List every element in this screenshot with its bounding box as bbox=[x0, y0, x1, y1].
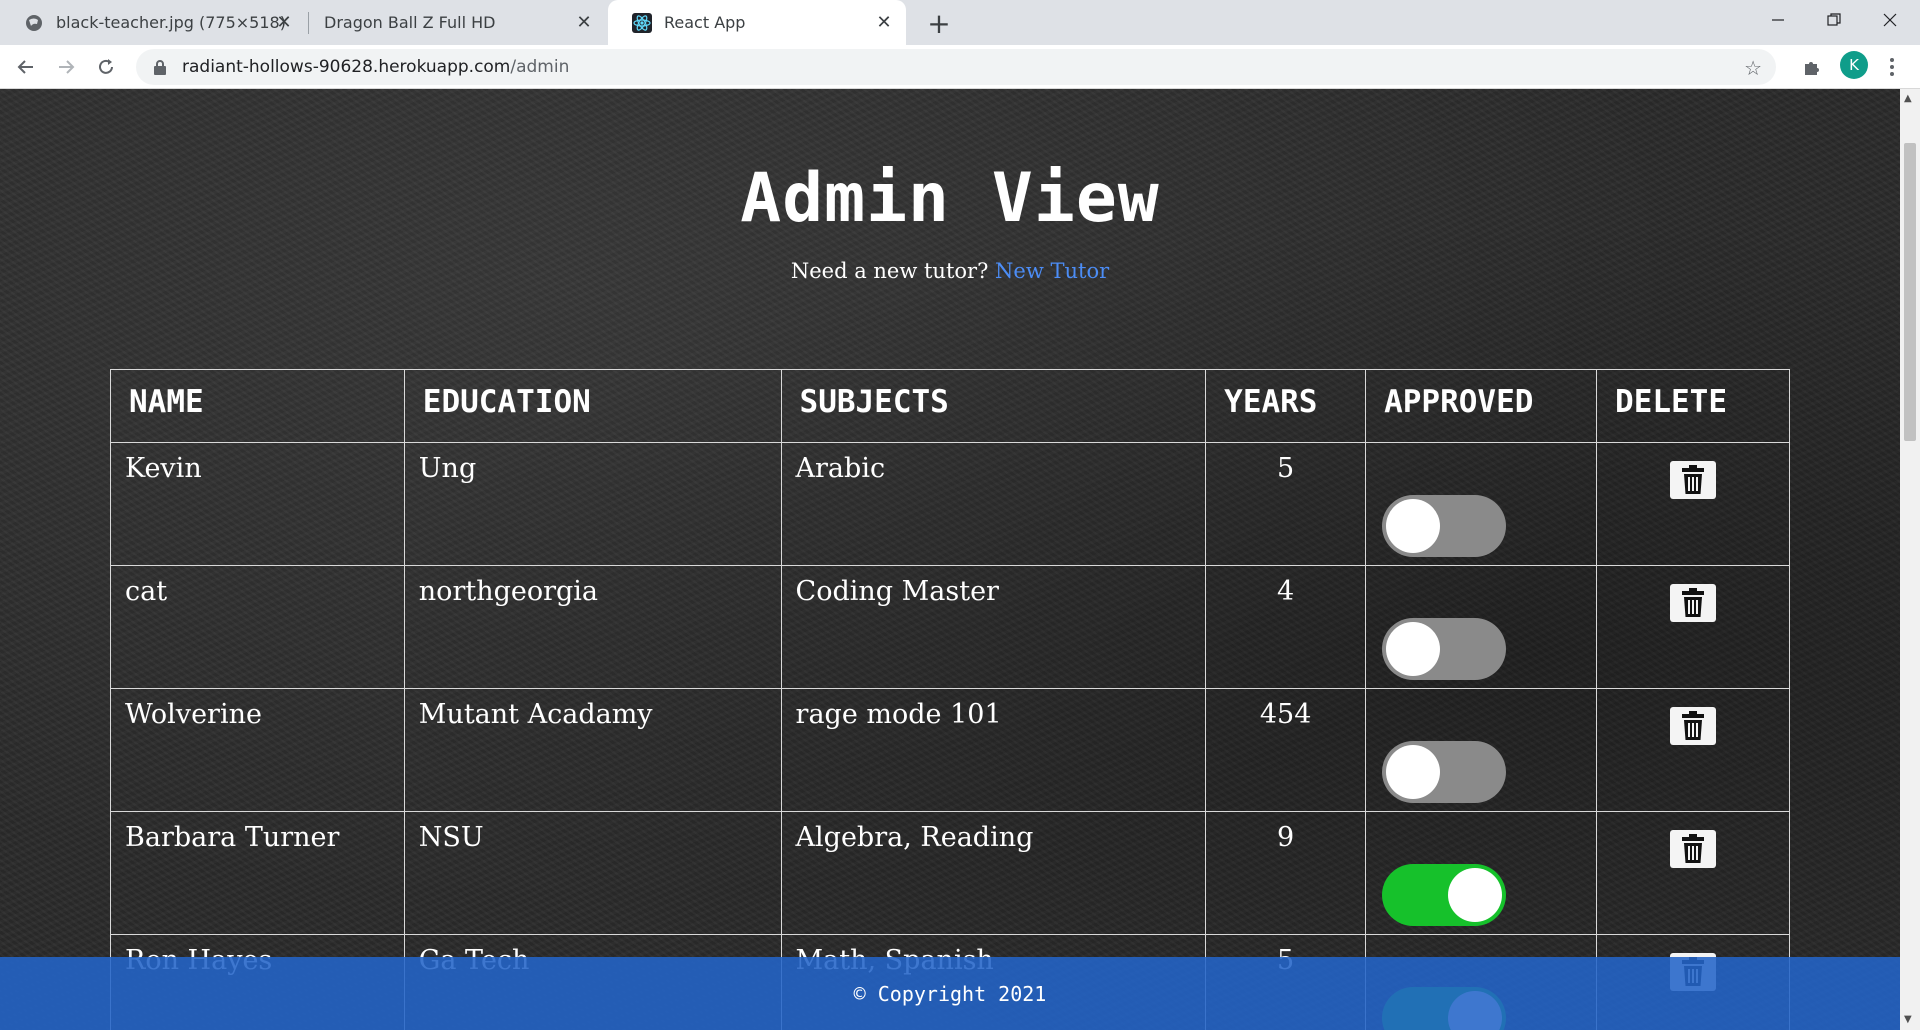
cell-years: 9 bbox=[1205, 811, 1367, 935]
column-header-education: EDUCATION bbox=[403, 369, 782, 443]
delete-button[interactable] bbox=[1670, 830, 1717, 868]
table-row: Barbara Turner NSU Algebra, Reading 9 bbox=[110, 811, 1790, 935]
toggle-knob bbox=[1386, 499, 1441, 553]
tab-dragon-ball[interactable]: Dragon Ball Z Full HD ✕ bbox=[310, 0, 606, 45]
cell-education: northgeorgia bbox=[403, 565, 782, 689]
browser-toolbar: radiant-hollows-90628.herokuapp.com/admi… bbox=[0, 45, 1920, 89]
profile-avatar[interactable]: K bbox=[1840, 51, 1868, 79]
approved-toggle[interactable] bbox=[1382, 618, 1507, 680]
tab-title: black-teacher.jpg (775×518) bbox=[56, 13, 286, 32]
globe-icon bbox=[24, 13, 44, 33]
approved-toggle[interactable] bbox=[1382, 741, 1507, 803]
scrollbar-thumb[interactable] bbox=[1904, 143, 1916, 441]
cell-delete bbox=[1596, 688, 1790, 812]
column-header-approved: APPROVED bbox=[1365, 369, 1598, 443]
react-icon bbox=[632, 12, 652, 33]
cell-education: NSU bbox=[403, 811, 782, 935]
lock-icon[interactable] bbox=[150, 57, 170, 77]
cell-subjects: Algebra, Reading bbox=[780, 811, 1207, 935]
table-row: Kevin Ung Arabic 5 bbox=[110, 442, 1790, 566]
back-arrow-icon[interactable] bbox=[10, 51, 42, 83]
cell-name: Barbara Turner bbox=[110, 811, 405, 935]
minimize-button[interactable] bbox=[1750, 0, 1806, 40]
restore-button[interactable] bbox=[1806, 0, 1862, 40]
close-icon[interactable]: ✕ bbox=[874, 12, 894, 33]
tutors-table: NAME EDUCATION SUBJECTS YEARS APPROVED D… bbox=[110, 369, 1790, 1030]
close-window-button[interactable] bbox=[1862, 0, 1918, 40]
approved-toggle[interactable] bbox=[1382, 495, 1507, 557]
table-row: Wolverine Mutant Acadamy rage mode 101 454 bbox=[110, 688, 1790, 812]
cell-delete bbox=[1596, 811, 1790, 935]
scroll-down-arrow-icon[interactable]: ▼ bbox=[1904, 1014, 1912, 1025]
cell-subjects: rage mode 101 bbox=[780, 688, 1207, 812]
delete-button[interactable] bbox=[1670, 707, 1717, 745]
tab-divider bbox=[308, 12, 309, 34]
url-host: radiant-hollows-90628.herokuapp.com bbox=[182, 57, 511, 77]
bookmark-star-icon[interactable]: ☆ bbox=[1744, 56, 1762, 80]
table-row: cat northgeorgia Coding Master 4 bbox=[110, 565, 1790, 689]
browser-tab-bar: black-teacher.jpg (775×518) ✕ Dragon Bal… bbox=[0, 0, 1920, 45]
delete-button[interactable] bbox=[1670, 461, 1717, 499]
cell-delete bbox=[1596, 442, 1790, 566]
subtitle-text: Need a new tutor? bbox=[790, 259, 989, 283]
cell-approved bbox=[1365, 811, 1598, 935]
cell-name: Wolverine bbox=[110, 688, 405, 812]
table-header-row: NAME EDUCATION SUBJECTS YEARS APPROVED D… bbox=[110, 369, 1790, 443]
cell-years: 5 bbox=[1205, 442, 1367, 566]
column-header-name: NAME bbox=[110, 369, 405, 443]
copyright-text: © Copyright 2021 bbox=[853, 981, 1047, 1006]
tab-title: React App bbox=[664, 13, 746, 32]
approved-toggle[interactable] bbox=[1382, 864, 1507, 926]
page-scrollbar[interactable]: ▲ ▼ bbox=[1900, 89, 1920, 1030]
cell-subjects: Coding Master bbox=[780, 565, 1207, 689]
column-header-subjects: SUBJECTS bbox=[780, 369, 1207, 443]
extensions-puzzle-icon[interactable] bbox=[1796, 51, 1828, 83]
cell-education: Ung bbox=[403, 442, 782, 566]
tab-react-app[interactable]: React App ✕ bbox=[608, 0, 906, 45]
toggle-knob bbox=[1448, 868, 1503, 922]
column-header-delete: DELETE bbox=[1596, 369, 1790, 443]
close-icon[interactable]: ✕ bbox=[574, 12, 594, 33]
url-path: /admin bbox=[510, 57, 570, 77]
page-title: Admin View bbox=[740, 159, 1160, 238]
cell-approved bbox=[1365, 442, 1598, 566]
page-viewport: Admin View Need a new tutor? New Tutor N… bbox=[0, 89, 1900, 1030]
toggle-knob bbox=[1386, 622, 1441, 676]
column-header-years: YEARS bbox=[1205, 369, 1367, 443]
toggle-knob bbox=[1386, 745, 1441, 799]
address-bar[interactable]: radiant-hollows-90628.herokuapp.com/admi… bbox=[136, 49, 1776, 85]
cell-years: 4 bbox=[1205, 565, 1367, 689]
url-text: radiant-hollows-90628.herokuapp.com/admi… bbox=[182, 57, 569, 77]
new-tutor-link[interactable]: New Tutor bbox=[995, 259, 1109, 283]
scroll-up-arrow-icon[interactable]: ▲ bbox=[1904, 93, 1912, 104]
cell-approved bbox=[1365, 688, 1598, 812]
new-tab-button[interactable]: + bbox=[922, 6, 956, 40]
reload-icon[interactable] bbox=[90, 51, 122, 83]
cell-years: 454 bbox=[1205, 688, 1367, 812]
tab-black-teacher[interactable]: black-teacher.jpg (775×518) ✕ bbox=[0, 0, 306, 45]
subtitle: Need a new tutor? New Tutor bbox=[0, 259, 1900, 283]
tab-title: Dragon Ball Z Full HD bbox=[324, 13, 496, 32]
delete-button[interactable] bbox=[1670, 584, 1717, 622]
cell-name: Kevin bbox=[110, 442, 405, 566]
cell-name: cat bbox=[110, 565, 405, 689]
forward-arrow-icon[interactable] bbox=[50, 51, 82, 83]
cell-delete bbox=[1596, 565, 1790, 689]
footer: © Copyright 2021 bbox=[0, 957, 1900, 1030]
menu-kebab-icon[interactable] bbox=[1876, 51, 1908, 83]
close-icon[interactable]: ✕ bbox=[274, 12, 294, 33]
cell-education: Mutant Acadamy bbox=[403, 688, 782, 812]
cell-approved bbox=[1365, 565, 1598, 689]
cell-subjects: Arabic bbox=[780, 442, 1207, 566]
